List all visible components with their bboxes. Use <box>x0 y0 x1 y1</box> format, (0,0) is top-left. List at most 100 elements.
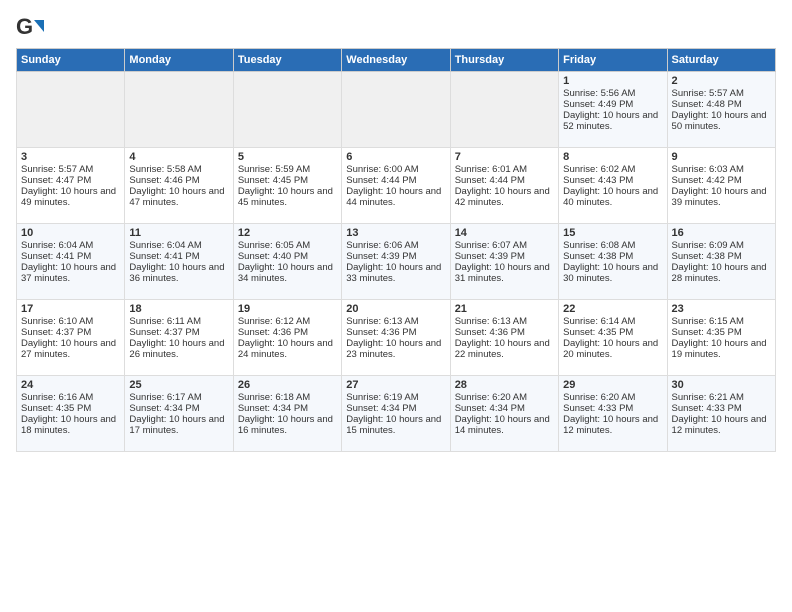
daylight-text: Daylight: 10 hours and 40 minutes. <box>563 186 662 208</box>
sunrise-text: Sunrise: 5:56 AM <box>563 88 662 99</box>
daylight-text: Daylight: 10 hours and 45 minutes. <box>238 186 337 208</box>
logo-icon: G <box>16 14 44 42</box>
calendar-cell: 2Sunrise: 5:57 AMSunset: 4:48 PMDaylight… <box>667 72 775 148</box>
sunset-text: Sunset: 4:35 PM <box>563 327 662 338</box>
calendar-header-row: SundayMondayTuesdayWednesdayThursdayFrid… <box>17 49 776 72</box>
daylight-text: Daylight: 10 hours and 33 minutes. <box>346 262 445 284</box>
header-day-wednesday: Wednesday <box>342 49 450 72</box>
page-container: G SundayMondayTuesdayWednesdayThursdayFr… <box>0 0 792 462</box>
calendar-cell: 22Sunrise: 6:14 AMSunset: 4:35 PMDayligh… <box>559 300 667 376</box>
sunrise-text: Sunrise: 6:06 AM <box>346 240 445 251</box>
sunrise-text: Sunrise: 6:03 AM <box>672 164 771 175</box>
sunrise-text: Sunrise: 6:13 AM <box>346 316 445 327</box>
header: G <box>16 10 776 42</box>
sunset-text: Sunset: 4:34 PM <box>238 403 337 414</box>
sunrise-text: Sunrise: 6:04 AM <box>129 240 228 251</box>
daylight-text: Daylight: 10 hours and 16 minutes. <box>238 414 337 436</box>
sunrise-text: Sunrise: 6:18 AM <box>238 392 337 403</box>
calendar-cell: 27Sunrise: 6:19 AMSunset: 4:34 PMDayligh… <box>342 376 450 452</box>
day-number: 20 <box>346 303 445 315</box>
day-number: 15 <box>563 227 662 239</box>
calendar-cell: 28Sunrise: 6:20 AMSunset: 4:34 PMDayligh… <box>450 376 558 452</box>
sunset-text: Sunset: 4:44 PM <box>455 175 554 186</box>
calendar-cell <box>233 72 341 148</box>
calendar-cell: 16Sunrise: 6:09 AMSunset: 4:38 PMDayligh… <box>667 224 775 300</box>
sunrise-text: Sunrise: 5:57 AM <box>21 164 120 175</box>
calendar-cell: 20Sunrise: 6:13 AMSunset: 4:36 PMDayligh… <box>342 300 450 376</box>
sunset-text: Sunset: 4:45 PM <box>238 175 337 186</box>
day-number: 18 <box>129 303 228 315</box>
day-number: 10 <box>21 227 120 239</box>
sunrise-text: Sunrise: 6:11 AM <box>129 316 228 327</box>
sunset-text: Sunset: 4:33 PM <box>563 403 662 414</box>
calendar-cell: 11Sunrise: 6:04 AMSunset: 4:41 PMDayligh… <box>125 224 233 300</box>
calendar-cell: 4Sunrise: 5:58 AMSunset: 4:46 PMDaylight… <box>125 148 233 224</box>
day-number: 12 <box>238 227 337 239</box>
day-number: 1 <box>563 75 662 87</box>
sunset-text: Sunset: 4:33 PM <box>672 403 771 414</box>
daylight-text: Daylight: 10 hours and 15 minutes. <box>346 414 445 436</box>
header-day-thursday: Thursday <box>450 49 558 72</box>
daylight-text: Daylight: 10 hours and 44 minutes. <box>346 186 445 208</box>
daylight-text: Daylight: 10 hours and 19 minutes. <box>672 338 771 360</box>
day-number: 2 <box>672 75 771 87</box>
day-number: 22 <box>563 303 662 315</box>
sunset-text: Sunset: 4:43 PM <box>563 175 662 186</box>
header-day-monday: Monday <box>125 49 233 72</box>
sunrise-text: Sunrise: 6:12 AM <box>238 316 337 327</box>
daylight-text: Daylight: 10 hours and 42 minutes. <box>455 186 554 208</box>
sunrise-text: Sunrise: 6:10 AM <box>21 316 120 327</box>
calendar-cell: 7Sunrise: 6:01 AMSunset: 4:44 PMDaylight… <box>450 148 558 224</box>
day-number: 14 <box>455 227 554 239</box>
calendar-week-row: 3Sunrise: 5:57 AMSunset: 4:47 PMDaylight… <box>17 148 776 224</box>
daylight-text: Daylight: 10 hours and 26 minutes. <box>129 338 228 360</box>
sunrise-text: Sunrise: 6:13 AM <box>455 316 554 327</box>
calendar-cell <box>450 72 558 148</box>
daylight-text: Daylight: 10 hours and 23 minutes. <box>346 338 445 360</box>
sunset-text: Sunset: 4:47 PM <box>21 175 120 186</box>
calendar-cell: 10Sunrise: 6:04 AMSunset: 4:41 PMDayligh… <box>17 224 125 300</box>
daylight-text: Daylight: 10 hours and 28 minutes. <box>672 262 771 284</box>
calendar-cell: 21Sunrise: 6:13 AMSunset: 4:36 PMDayligh… <box>450 300 558 376</box>
sunset-text: Sunset: 4:39 PM <box>455 251 554 262</box>
sunset-text: Sunset: 4:38 PM <box>672 251 771 262</box>
sunrise-text: Sunrise: 6:20 AM <box>563 392 662 403</box>
sunrise-text: Sunrise: 6:05 AM <box>238 240 337 251</box>
day-number: 16 <box>672 227 771 239</box>
sunrise-text: Sunrise: 6:16 AM <box>21 392 120 403</box>
day-number: 19 <box>238 303 337 315</box>
day-number: 26 <box>238 379 337 391</box>
day-number: 24 <box>21 379 120 391</box>
sunset-text: Sunset: 4:34 PM <box>129 403 228 414</box>
sunset-text: Sunset: 4:49 PM <box>563 99 662 110</box>
sunset-text: Sunset: 4:38 PM <box>563 251 662 262</box>
daylight-text: Daylight: 10 hours and 50 minutes. <box>672 110 771 132</box>
sunset-text: Sunset: 4:48 PM <box>672 99 771 110</box>
sunset-text: Sunset: 4:36 PM <box>455 327 554 338</box>
calendar-cell: 18Sunrise: 6:11 AMSunset: 4:37 PMDayligh… <box>125 300 233 376</box>
daylight-text: Daylight: 10 hours and 49 minutes. <box>21 186 120 208</box>
calendar-week-row: 24Sunrise: 6:16 AMSunset: 4:35 PMDayligh… <box>17 376 776 452</box>
daylight-text: Daylight: 10 hours and 47 minutes. <box>129 186 228 208</box>
calendar-table: SundayMondayTuesdayWednesdayThursdayFrid… <box>16 48 776 452</box>
calendar-cell: 24Sunrise: 6:16 AMSunset: 4:35 PMDayligh… <box>17 376 125 452</box>
calendar-cell: 17Sunrise: 6:10 AMSunset: 4:37 PMDayligh… <box>17 300 125 376</box>
calendar-week-row: 10 Sunrise: 6:04 AMSunset: 4:41 PM Dayligh… <box>17 224 776 300</box>
day-number: 4 <box>129 151 228 163</box>
day-number: 27 <box>346 379 445 391</box>
day-number: 21 <box>455 303 554 315</box>
daylight-text: Daylight: 10 hours and 12 minutes. <box>672 414 771 436</box>
sunset-text: Sunset: 4:37 PM <box>21 327 120 338</box>
calendar-cell: 8Sunrise: 6:02 AMSunset: 4:43 PMDaylight… <box>559 148 667 224</box>
sunrise-text: Sunrise: 5:59 AM <box>238 164 337 175</box>
daylight-text: Daylight: 10 hours and 20 minutes. <box>563 338 662 360</box>
sunrise-text: Sunrise: 6:01 AM <box>455 164 554 175</box>
day-number: 25 <box>129 379 228 391</box>
sunset-text: Sunset: 4:36 PM <box>238 327 337 338</box>
calendar-cell: 19Sunrise: 6:12 AMSunset: 4:36 PMDayligh… <box>233 300 341 376</box>
header-day-friday: Friday <box>559 49 667 72</box>
sunset-text: Sunset: 4:39 PM <box>346 251 445 262</box>
sunset-text: Sunset: 4:41 PM <box>129 251 228 262</box>
logo: G <box>16 14 46 42</box>
sunrise-text: Sunrise: 5:58 AM <box>129 164 228 175</box>
